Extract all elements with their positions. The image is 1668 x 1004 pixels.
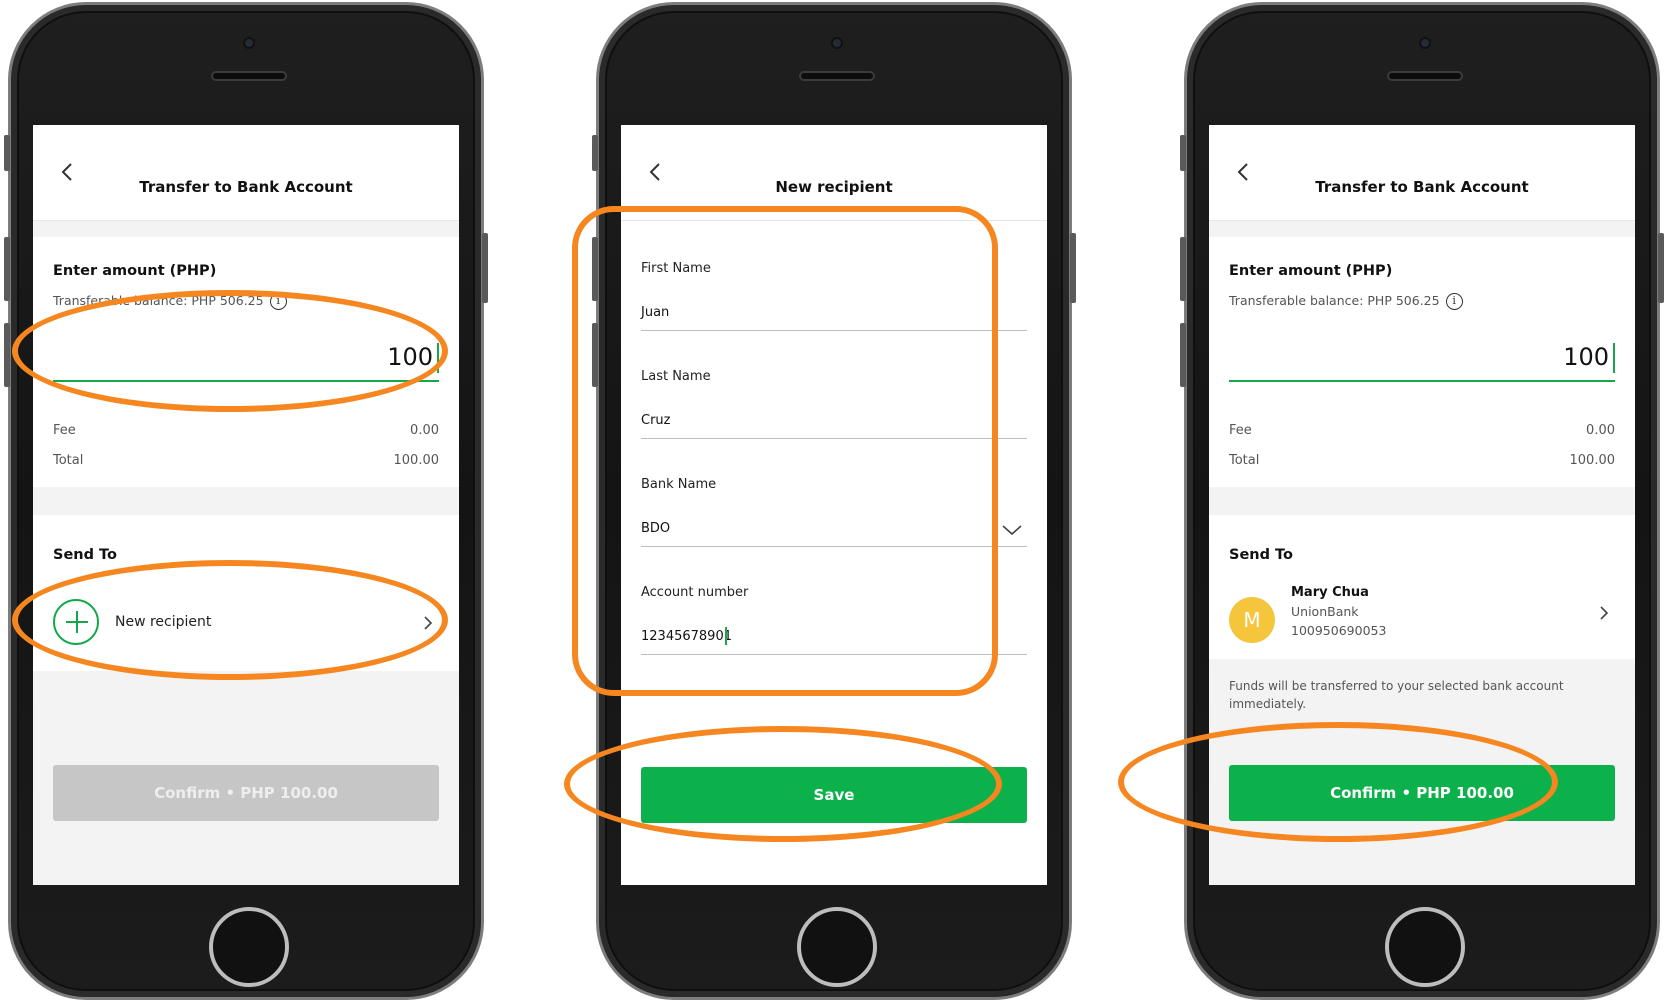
fee-value: 0.00	[410, 423, 439, 438]
balance-row: Transferable balance: PHP 506.25 i	[1229, 293, 1463, 310]
chevron-down-icon[interactable]	[1001, 523, 1023, 537]
home-button[interactable]	[797, 907, 877, 987]
plus-circle-icon	[53, 599, 99, 645]
account-number-underline	[641, 654, 1027, 655]
text-caret	[725, 627, 727, 645]
phone-frame-1: Transfer to Bank Account Enter amount (P…	[4, 2, 488, 1000]
nav-bar: Transfer to Bank Account	[1209, 125, 1635, 221]
balance-row: Transferable balance: PHP 506.25 i	[53, 293, 287, 310]
send-to-panel: Send To M Mary Chua UnionBank 1009506900…	[1209, 515, 1635, 659]
first-name-input[interactable]: Juan	[641, 305, 669, 320]
total-label: Total	[53, 453, 84, 468]
earpiece-speaker	[1387, 71, 1463, 81]
amount-panel: Enter amount (PHP) Transferable balance:…	[33, 237, 459, 487]
bank-name-label: Bank Name	[641, 477, 717, 492]
send-to-panel: Send To New recipient	[33, 515, 459, 671]
first-name-underline	[641, 330, 1027, 331]
transfer-notice: Funds will be transferred to your select…	[1229, 679, 1564, 711]
save-button[interactable]: Save	[641, 767, 1027, 823]
new-recipient-row[interactable]: New recipient	[33, 591, 459, 655]
mute-switch	[592, 135, 598, 171]
last-name-label: Last Name	[641, 369, 711, 384]
bank-name-underline	[641, 546, 1027, 547]
total-value: 100.00	[1569, 453, 1616, 468]
earpiece-speaker	[211, 71, 287, 81]
amount-input[interactable]: 100	[1563, 343, 1609, 371]
amount-label: Enter amount (PHP)	[53, 263, 217, 279]
account-number-input[interactable]: 12345678901	[641, 629, 732, 644]
volume-up-button	[1180, 237, 1186, 301]
confirm-button[interactable]: Confirm • PHP 100.00	[1229, 765, 1615, 821]
text-caret	[1613, 343, 1615, 373]
send-to-label: Send To	[53, 547, 117, 563]
total-label: Total	[1229, 453, 1260, 468]
amount-underline	[53, 380, 439, 382]
mute-switch	[1180, 135, 1186, 171]
power-button	[1658, 233, 1664, 303]
info-icon[interactable]: i	[269, 293, 287, 310]
volume-down-button	[1180, 323, 1186, 387]
fee-label: Fee	[1229, 423, 1252, 438]
info-icon[interactable]: i	[1445, 293, 1463, 310]
first-name-label: First Name	[641, 261, 711, 276]
selected-recipient-row[interactable]: M Mary Chua UnionBank 100950690053	[1209, 585, 1635, 655]
volume-down-button	[4, 323, 10, 387]
volume-down-button	[592, 323, 598, 387]
new-recipient-label: New recipient	[115, 614, 212, 630]
last-name-underline	[641, 438, 1027, 439]
volume-up-button	[592, 237, 598, 301]
home-button[interactable]	[209, 907, 289, 987]
bank-name-select[interactable]: BDO	[641, 521, 670, 536]
chevron-right-icon	[1600, 606, 1609, 620]
nav-bar: New recipient	[621, 125, 1047, 221]
text-caret	[437, 343, 439, 373]
confirm-button[interactable]: Confirm • PHP 100.00	[53, 765, 439, 821]
avatar: M	[1229, 597, 1275, 643]
amount-input[interactable]: 100	[387, 343, 433, 371]
amount-underline	[1229, 380, 1615, 382]
transfer-screen-filled: Transfer to Bank Account Enter amount (P…	[1209, 125, 1635, 885]
amount-label: Enter amount (PHP)	[1229, 263, 1393, 279]
page-title: Transfer to Bank Account	[139, 178, 353, 196]
earpiece-speaker	[799, 71, 875, 81]
power-button	[482, 233, 488, 303]
last-name-input[interactable]: Cruz	[641, 413, 671, 428]
send-to-label: Send To	[1229, 547, 1293, 563]
new-recipient-screen: New recipient First Name Juan Last Name …	[621, 125, 1047, 885]
recipient-name: Mary Chua	[1291, 585, 1369, 600]
mute-switch	[4, 135, 10, 171]
front-camera	[1421, 39, 1429, 47]
power-button	[1070, 233, 1076, 303]
front-camera	[833, 39, 841, 47]
balance-label: Transferable balance: PHP 506.25	[53, 293, 264, 308]
recipient-bank: UnionBank	[1291, 604, 1359, 619]
page-title: New recipient	[775, 178, 893, 196]
phone-frame-2: New recipient First Name Juan Last Name …	[592, 2, 1076, 1000]
amount-panel: Enter amount (PHP) Transferable balance:…	[1209, 237, 1635, 487]
balance-label: Transferable balance: PHP 506.25	[1229, 293, 1440, 308]
volume-up-button	[4, 237, 10, 301]
front-camera	[245, 39, 253, 47]
nav-bar: Transfer to Bank Account	[33, 125, 459, 221]
total-value: 100.00	[393, 453, 440, 468]
fee-label: Fee	[53, 423, 76, 438]
transfer-screen-empty: Transfer to Bank Account Enter amount (P…	[33, 125, 459, 885]
page-title: Transfer to Bank Account	[1315, 178, 1529, 196]
chevron-right-icon	[424, 616, 433, 630]
fee-value: 0.00	[1586, 423, 1615, 438]
home-button[interactable]	[1385, 907, 1465, 987]
phone-frame-3: Transfer to Bank Account Enter amount (P…	[1180, 2, 1664, 1000]
recipient-account: 100950690053	[1291, 623, 1387, 638]
account-number-label: Account number	[641, 585, 749, 600]
